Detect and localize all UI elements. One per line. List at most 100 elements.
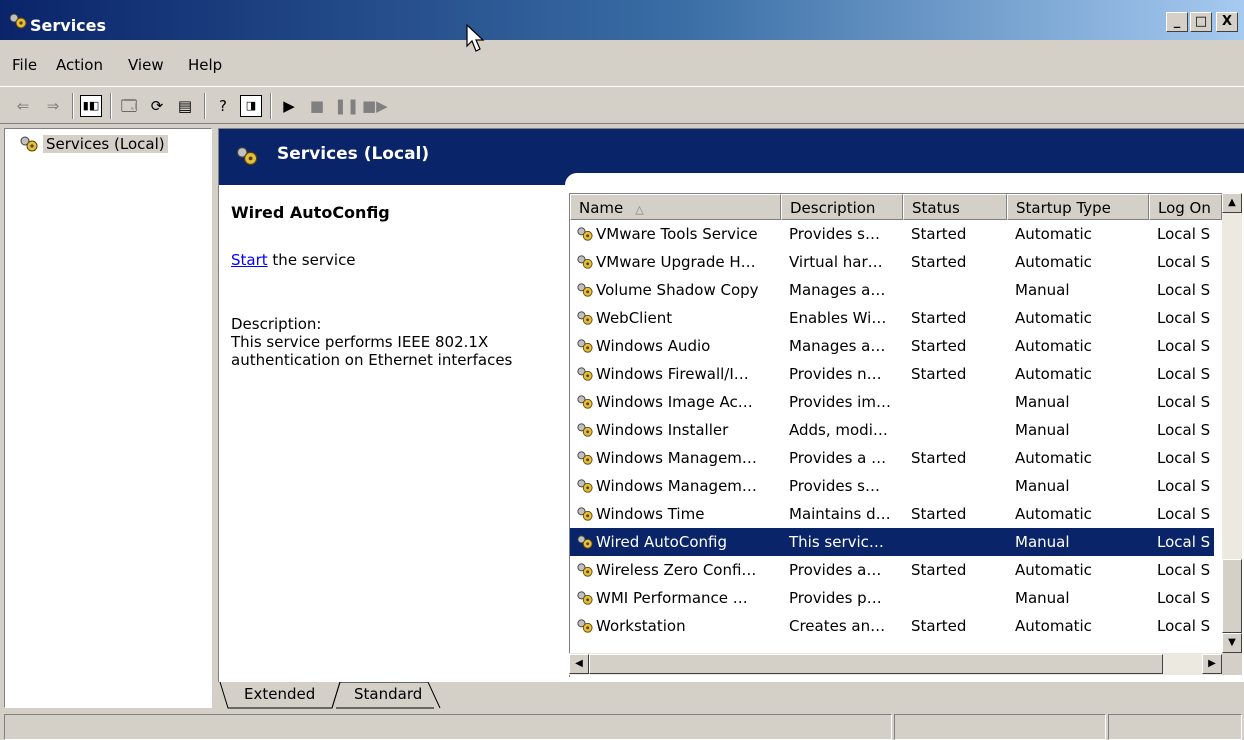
play-icon[interactable]: ▶ bbox=[278, 95, 300, 117]
help-icon[interactable]: ? bbox=[212, 95, 234, 117]
list-item[interactable]: VMware Tools Service Provides s… Started Au… bbox=[570, 220, 1214, 248]
scroll-thumb[interactable] bbox=[1222, 559, 1242, 633]
hscroll-thumb[interactable] bbox=[589, 654, 1163, 674]
cell-name: Windows Time bbox=[570, 505, 781, 523]
list-item[interactable]: WMI Performance … Provides p… Manual Local … bbox=[570, 584, 1214, 612]
tab-extended[interactable]: Extended bbox=[244, 682, 315, 708]
action-pane-icon[interactable]: ◨ bbox=[240, 95, 262, 117]
list-item[interactable]: VMware Upgrade H… Virtual har… Started Auto… bbox=[570, 248, 1214, 276]
pane-title: Services (Local) bbox=[277, 144, 430, 164]
toolbar-separator bbox=[110, 93, 112, 119]
services-gears-icon bbox=[9, 13, 27, 29]
start-service-line: Start the service bbox=[231, 251, 356, 269]
menu-bar: File Action View Help bbox=[0, 50, 1244, 80]
restart-icon[interactable]: ■▶ bbox=[362, 95, 388, 117]
scroll-up-icon[interactable]: ▲ bbox=[1222, 193, 1242, 213]
cell-name: Windows Audio bbox=[570, 337, 781, 355]
list-item[interactable]: Windows Image Ac… Provides im… Manual Local… bbox=[570, 388, 1214, 416]
menu-help[interactable]: Help bbox=[188, 56, 222, 74]
cell-status: Started bbox=[911, 561, 967, 579]
status-bar bbox=[0, 712, 1244, 740]
scroll-left-icon[interactable]: ◀ bbox=[569, 654, 589, 674]
column-header-name[interactable]: Name △ bbox=[570, 194, 781, 220]
list-item[interactable]: Wireless Zero Confi… Provides a… Started Au… bbox=[570, 556, 1214, 584]
export-list-icon[interactable]: ▤ bbox=[174, 95, 196, 117]
status-pane-3 bbox=[1108, 714, 1242, 740]
tab-standard[interactable]: Standard bbox=[354, 682, 422, 708]
cell-startup-type: Manual bbox=[1015, 533, 1070, 551]
cell-description: Manages a… bbox=[789, 281, 886, 299]
maximize-button[interactable]: □ bbox=[1190, 12, 1212, 32]
service-gear-icon bbox=[577, 395, 593, 409]
forward-arrow-icon[interactable]: ⇒ bbox=[42, 95, 64, 117]
vertical-scrollbar[interactable]: ▲ ▼ bbox=[1222, 193, 1242, 653]
list-item[interactable]: WebClient Enables Wi… Started Automatic Loca… bbox=[570, 304, 1214, 332]
service-gear-icon bbox=[577, 283, 593, 297]
service-gear-icon bbox=[577, 367, 593, 381]
services-list[interactable]: Name △ Description Status Startup Type Lo… bbox=[569, 193, 1229, 677]
view-tabs: Extended Standard bbox=[218, 682, 1244, 710]
back-arrow-icon[interactable]: ⇐ bbox=[12, 95, 34, 117]
status-pane-2 bbox=[894, 714, 1106, 740]
cell-status: Started bbox=[911, 505, 967, 523]
list-item[interactable]: Windows Managem… Provides a … Started Autom… bbox=[570, 444, 1214, 472]
console-tree: Services (Local) bbox=[4, 128, 212, 708]
cell-log-on: Local S bbox=[1157, 393, 1211, 411]
list-header: Name △ Description Status Startup Type Lo… bbox=[570, 194, 1222, 220]
cell-description: Provides im… bbox=[789, 393, 891, 411]
list-item[interactable]: Workstation Creates an… Started Automatic Lo… bbox=[570, 612, 1214, 640]
minimize-button[interactable]: _ bbox=[1166, 12, 1188, 32]
description-text: This service performs IEEE 802.1X authen… bbox=[231, 333, 513, 369]
service-gear-icon bbox=[577, 591, 593, 605]
menu-view[interactable]: View bbox=[128, 56, 164, 74]
cell-description: Provides a … bbox=[789, 449, 887, 467]
start-service-link[interactable]: Start bbox=[231, 251, 268, 269]
cell-description: Provides s… bbox=[789, 225, 880, 243]
scroll-down-icon[interactable]: ▼ bbox=[1222, 633, 1242, 653]
stop-icon[interactable]: ■ bbox=[306, 95, 328, 117]
cell-status: Started bbox=[911, 309, 967, 327]
list-item[interactable]: Windows Installer Adds, modi… Manual Local … bbox=[570, 416, 1214, 444]
toolbar-separator bbox=[72, 93, 74, 119]
cell-startup-type: Automatic bbox=[1015, 617, 1092, 635]
cell-description: Maintains d… bbox=[789, 505, 891, 523]
service-gear-icon bbox=[577, 563, 593, 577]
cell-log-on: Local S bbox=[1157, 421, 1211, 439]
cell-status: Started bbox=[911, 337, 967, 355]
list-item[interactable]: Volume Shadow Copy Manages a… Manual Local … bbox=[570, 276, 1214, 304]
cell-name: Windows Installer bbox=[570, 421, 781, 439]
pause-icon[interactable]: ❚❚ bbox=[334, 95, 359, 117]
properties-icon[interactable]: 🗔 bbox=[118, 95, 140, 117]
column-header-status[interactable]: Status bbox=[903, 194, 1007, 220]
cell-name: Wireless Zero Confi… bbox=[570, 561, 781, 579]
cell-name: Windows Managem… bbox=[570, 449, 781, 467]
column-header-description[interactable]: Description bbox=[781, 194, 903, 220]
column-header-startup-type[interactable]: Startup Type bbox=[1007, 194, 1149, 220]
service-gear-icon bbox=[577, 507, 593, 521]
list-item[interactable]: Windows Firewall/I… Provides n… Started Aut… bbox=[570, 360, 1214, 388]
menu-action[interactable]: Action bbox=[56, 56, 103, 74]
cell-name: VMware Upgrade H… bbox=[570, 253, 781, 271]
start-service-suffix: the service bbox=[267, 251, 356, 269]
tree-item-services-local[interactable]: Services (Local) bbox=[19, 135, 168, 153]
show-hide-tree-icon[interactable]: ▮◧ bbox=[80, 95, 102, 117]
cell-status: Started bbox=[911, 365, 967, 383]
cell-description: Adds, modi… bbox=[789, 421, 888, 439]
list-item[interactable]: Windows Managem… Provides s… Manual Local S bbox=[570, 472, 1214, 500]
cell-log-on: Local S bbox=[1157, 533, 1211, 551]
list-item[interactable]: Wired AutoConfig This servic… Manual Local … bbox=[570, 528, 1214, 556]
cell-name: Windows Firewall/I… bbox=[570, 365, 781, 383]
refresh-icon[interactable]: ⟳ bbox=[146, 95, 168, 117]
cell-startup-type: Manual bbox=[1015, 477, 1070, 495]
cell-log-on: Local S bbox=[1157, 309, 1211, 327]
column-header-log-on[interactable]: Log On bbox=[1149, 194, 1222, 220]
menu-file[interactable]: File bbox=[12, 56, 37, 74]
list-item[interactable]: Windows Time Maintains d… Started Automatic… bbox=[570, 500, 1214, 528]
title-bar[interactable]: Services _ □ X bbox=[0, 0, 1244, 40]
horizontal-scrollbar[interactable]: ◀ ▶ bbox=[569, 653, 1222, 675]
list-item[interactable]: Windows Audio Manages a… Started Automatic L… bbox=[570, 332, 1214, 360]
close-button[interactable]: X bbox=[1216, 12, 1238, 32]
scroll-right-icon[interactable]: ▶ bbox=[1202, 654, 1222, 674]
toolbar-separator bbox=[204, 93, 206, 119]
cell-log-on: Local S bbox=[1157, 253, 1211, 271]
